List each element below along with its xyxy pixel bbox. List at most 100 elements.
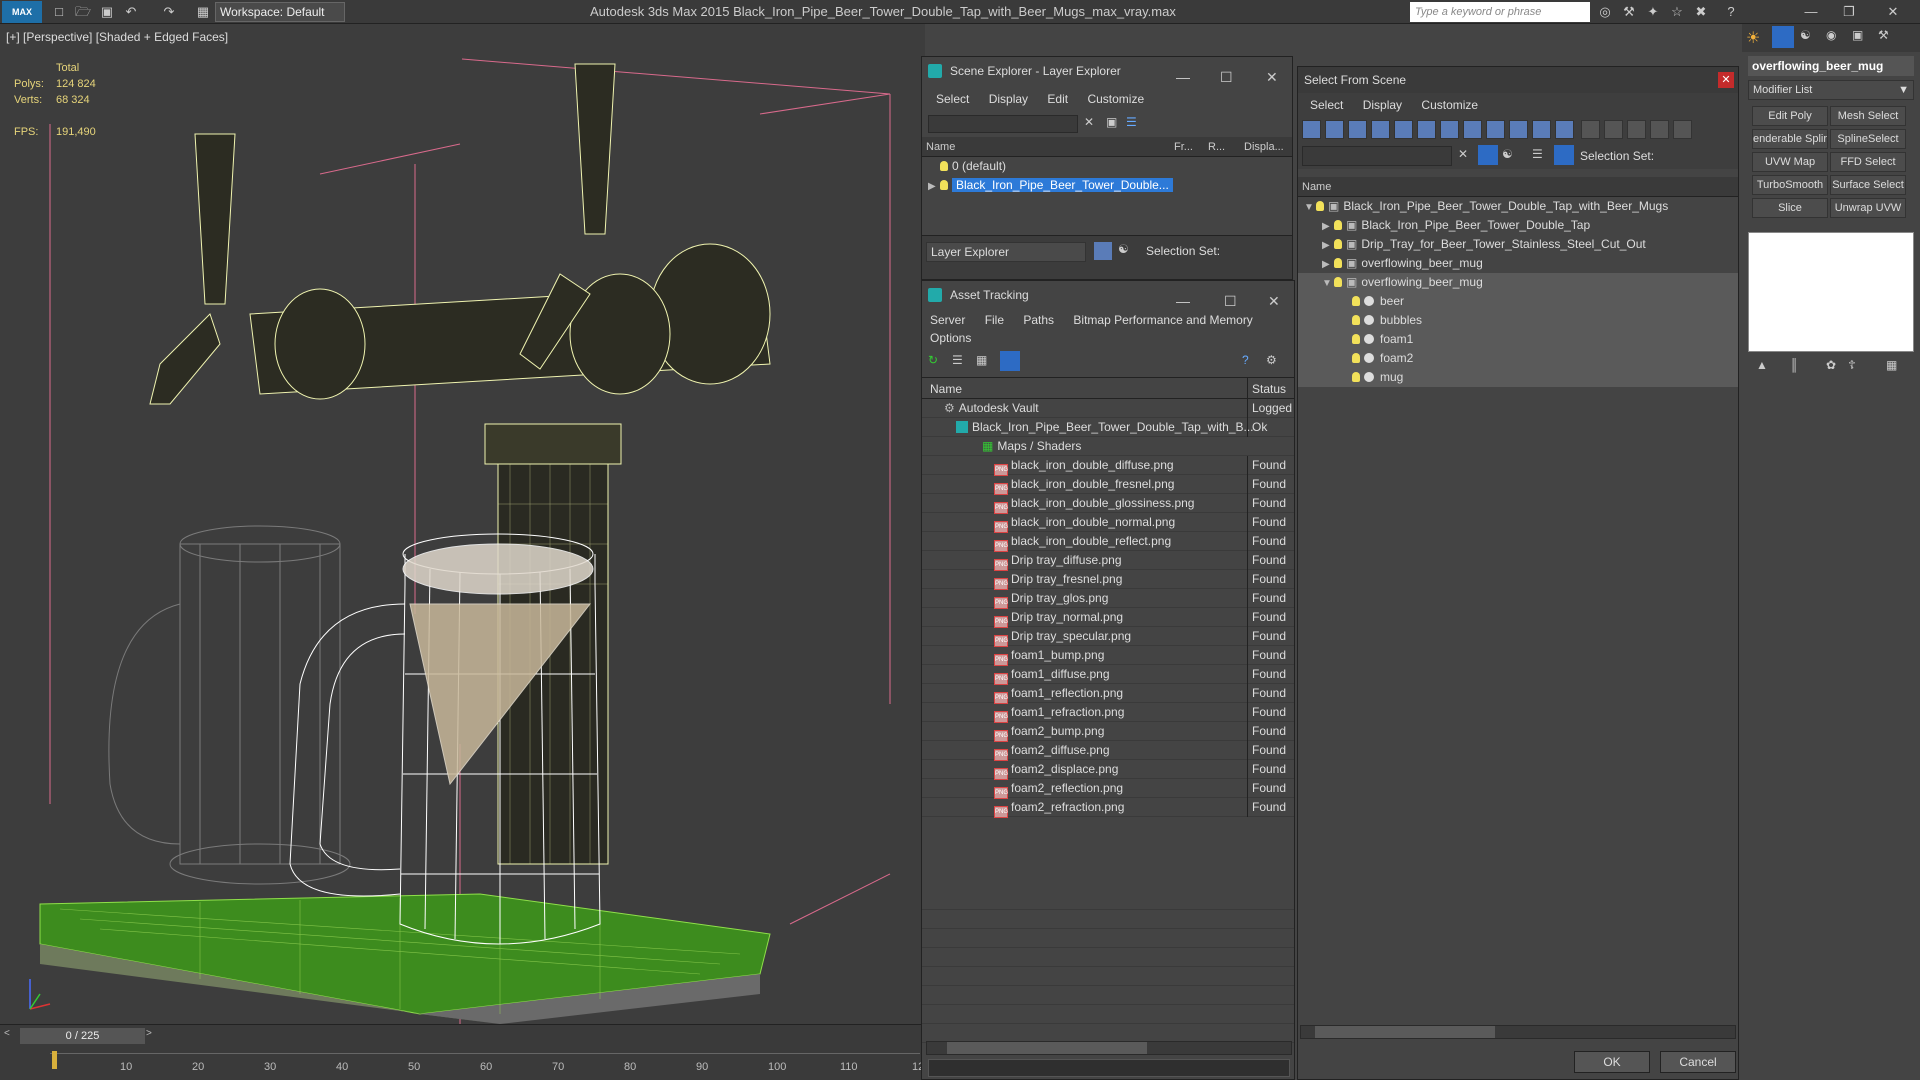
- modifier-stack[interactable]: [1748, 232, 1914, 352]
- display-bones-icon[interactable]: [1486, 120, 1505, 139]
- maximize-icon[interactable]: ☐: [1224, 287, 1237, 315]
- asset-row[interactable]: PNG foam1_bump.png Found: [922, 646, 1294, 666]
- layer-row-selected[interactable]: ▶ Black_Iron_Pipe_Beer_Tower_Double...: [922, 176, 1292, 195]
- hierarchy-icon[interactable]: [1554, 145, 1574, 165]
- scene-tree-item[interactable]: beer: [1298, 292, 1738, 311]
- restore-icon[interactable]: ❐: [1840, 3, 1858, 21]
- remove-modifier-icon[interactable]: ☦: [1848, 358, 1856, 372]
- configure-sets-icon[interactable]: ▦: [1886, 358, 1897, 372]
- menu-server[interactable]: Server: [930, 313, 965, 327]
- asset-row[interactable]: ▦ Maps / Shaders: [922, 437, 1294, 456]
- visibility-bulb-icon[interactable]: [1352, 353, 1360, 363]
- make-unique-icon[interactable]: ✿: [1826, 358, 1836, 372]
- time-marker[interactable]: [52, 1051, 57, 1069]
- new-file-icon[interactable]: □: [50, 3, 68, 21]
- scene-tree-item[interactable]: ▶ ▣ overflowing_beer_mug: [1298, 254, 1738, 273]
- prev-frame-icon[interactable]: <: [4, 1028, 10, 1039]
- menu-select[interactable]: Select: [936, 92, 969, 106]
- visibility-bulb-icon[interactable]: [1316, 201, 1324, 211]
- project-folder-icon[interactable]: ▦: [194, 3, 212, 21]
- scene-tree-header[interactable]: Name: [1298, 177, 1738, 197]
- display-xrefs-icon[interactable]: [1463, 120, 1482, 139]
- hierarchy-filter-icon[interactable]: [1673, 120, 1693, 139]
- scene-tree-item[interactable]: foam2: [1298, 349, 1738, 368]
- menu-display[interactable]: Display: [1363, 98, 1402, 112]
- asset-row[interactable]: PNG Drip tray_specular.png Found: [922, 627, 1294, 647]
- asset-path-field[interactable]: [928, 1059, 1290, 1077]
- thumbnail-view-icon[interactable]: ▦: [976, 353, 987, 367]
- close-icon[interactable]: ✕: [1268, 287, 1280, 315]
- pin-stack-icon[interactable]: ▲: [1756, 358, 1768, 372]
- display-invert-icon[interactable]: [1627, 120, 1647, 139]
- visibility-bulb-icon[interactable]: [1352, 334, 1360, 344]
- help-icon[interactable]: ?: [1242, 353, 1249, 367]
- settings-icon[interactable]: ⚙: [1266, 353, 1277, 367]
- asset-row[interactable]: PNG black_iron_double_reflect.png Found: [922, 532, 1294, 552]
- scene-explorer-titlebar[interactable]: Scene Explorer - Layer Explorer — ☐ ✕: [922, 57, 1292, 87]
- visibility-bulb-icon[interactable]: [1334, 277, 1342, 287]
- modifier-button[interactable]: enderable Splir: [1752, 129, 1828, 149]
- expand-arrow-icon[interactable]: ▶: [1322, 236, 1334, 255]
- asset-row[interactable]: PNG foam1_reflection.png Found: [922, 684, 1294, 704]
- visibility-bulb-icon[interactable]: [1334, 258, 1342, 268]
- asset-row[interactable]: PNG Drip tray_normal.png Found: [922, 608, 1294, 628]
- hierarchy-icon[interactable]: ☯: [1118, 242, 1129, 256]
- scrollbar-thumb[interactable]: [947, 1042, 1147, 1054]
- expand-arrow-icon[interactable]: ▶: [928, 177, 940, 196]
- col-name[interactable]: Name: [926, 141, 955, 153]
- modifier-button[interactable]: SplineSelect: [1830, 129, 1906, 149]
- display-all-icon[interactable]: [1581, 120, 1601, 139]
- menu-customize[interactable]: Customize: [1087, 92, 1144, 106]
- save-file-icon[interactable]: ▣: [98, 3, 116, 21]
- display-containers-icon[interactable]: [1509, 120, 1528, 139]
- table-view-icon[interactable]: [1000, 351, 1020, 371]
- layers-icon[interactable]: [1094, 242, 1112, 260]
- menu-edit[interactable]: Edit: [1047, 92, 1068, 106]
- menu-file[interactable]: File: [985, 313, 1004, 327]
- scene-tree-item[interactable]: ▶ ▣ Black_Iron_Pipe_Beer_Tower_Double_Tap: [1298, 216, 1738, 235]
- horizontal-scrollbar[interactable]: [1300, 1025, 1736, 1039]
- asset-row[interactable]: PNG foam2_bump.png Found: [922, 722, 1294, 742]
- display-warps-icon[interactable]: [1417, 120, 1436, 139]
- col-render[interactable]: R...: [1208, 137, 1225, 157]
- horizontal-scrollbar[interactable]: [926, 1041, 1292, 1055]
- visibility-bulb-icon[interactable]: [940, 180, 948, 190]
- viewport-label[interactable]: [+] [Perspective] [Shaded + Edged Faces]: [6, 30, 228, 44]
- modifier-button[interactable]: Unwrap UVW: [1830, 198, 1906, 218]
- display-shapes-icon[interactable]: [1325, 120, 1344, 139]
- app-logo[interactable]: MAX: [2, 1, 42, 23]
- ok-button[interactable]: OK: [1574, 1051, 1650, 1073]
- menu-select[interactable]: Select: [1310, 98, 1343, 112]
- layers-icon[interactable]: ☰: [1532, 147, 1543, 161]
- maximize-icon[interactable]: ☐: [1220, 63, 1233, 91]
- expand-arrow-icon[interactable]: ▶: [1322, 255, 1334, 274]
- modifier-button[interactable]: FFD Select: [1830, 152, 1906, 172]
- asset-row[interactable]: PNG black_iron_double_fresnel.png Found: [922, 475, 1294, 495]
- exchange-icon[interactable]: ✖: [1692, 3, 1710, 21]
- clear-search-icon[interactable]: ✕: [1458, 147, 1468, 161]
- sync-icon[interactable]: ☯: [1502, 147, 1513, 161]
- list-view-icon[interactable]: ☰: [952, 353, 963, 367]
- select-from-scene-titlebar[interactable]: Select From Scene ✕: [1298, 67, 1738, 93]
- filter-icon[interactable]: [1650, 120, 1670, 139]
- scene-search-input[interactable]: [1302, 146, 1452, 166]
- close-icon[interactable]: ✕: [1884, 3, 1902, 21]
- modifier-button[interactable]: Slice: [1752, 198, 1828, 218]
- time-slider[interactable]: 0 / 225: [20, 1028, 145, 1044]
- display-cameras-icon[interactable]: [1371, 120, 1390, 139]
- search-input[interactable]: Type a keyword or phrase: [1410, 2, 1590, 22]
- show-end-result-icon[interactable]: ║: [1790, 358, 1799, 372]
- asset-row[interactable]: PNG Drip tray_fresnel.png Found: [922, 570, 1294, 590]
- layer-row[interactable]: 0 (default): [922, 157, 1292, 176]
- open-file-icon[interactable]: 🗁: [74, 3, 92, 21]
- asset-row[interactable]: PNG foam2_displace.png Found: [922, 760, 1294, 780]
- expand-arrow-icon[interactable]: ▼: [1304, 198, 1316, 217]
- display-hidden-icon[interactable]: [1555, 120, 1574, 139]
- asset-row[interactable]: PNG foam2_reflection.png Found: [922, 779, 1294, 799]
- explorer-type-dropdown[interactable]: Layer Explorer: [926, 242, 1086, 262]
- display-frozen-icon[interactable]: [1532, 120, 1551, 139]
- col-status[interactable]: Status: [1247, 378, 1286, 400]
- layer-tools-icon[interactable]: ☰: [1126, 115, 1137, 129]
- refresh-icon[interactable]: ↻: [928, 353, 938, 367]
- create-tab-icon[interactable]: ☀: [1746, 28, 1760, 48]
